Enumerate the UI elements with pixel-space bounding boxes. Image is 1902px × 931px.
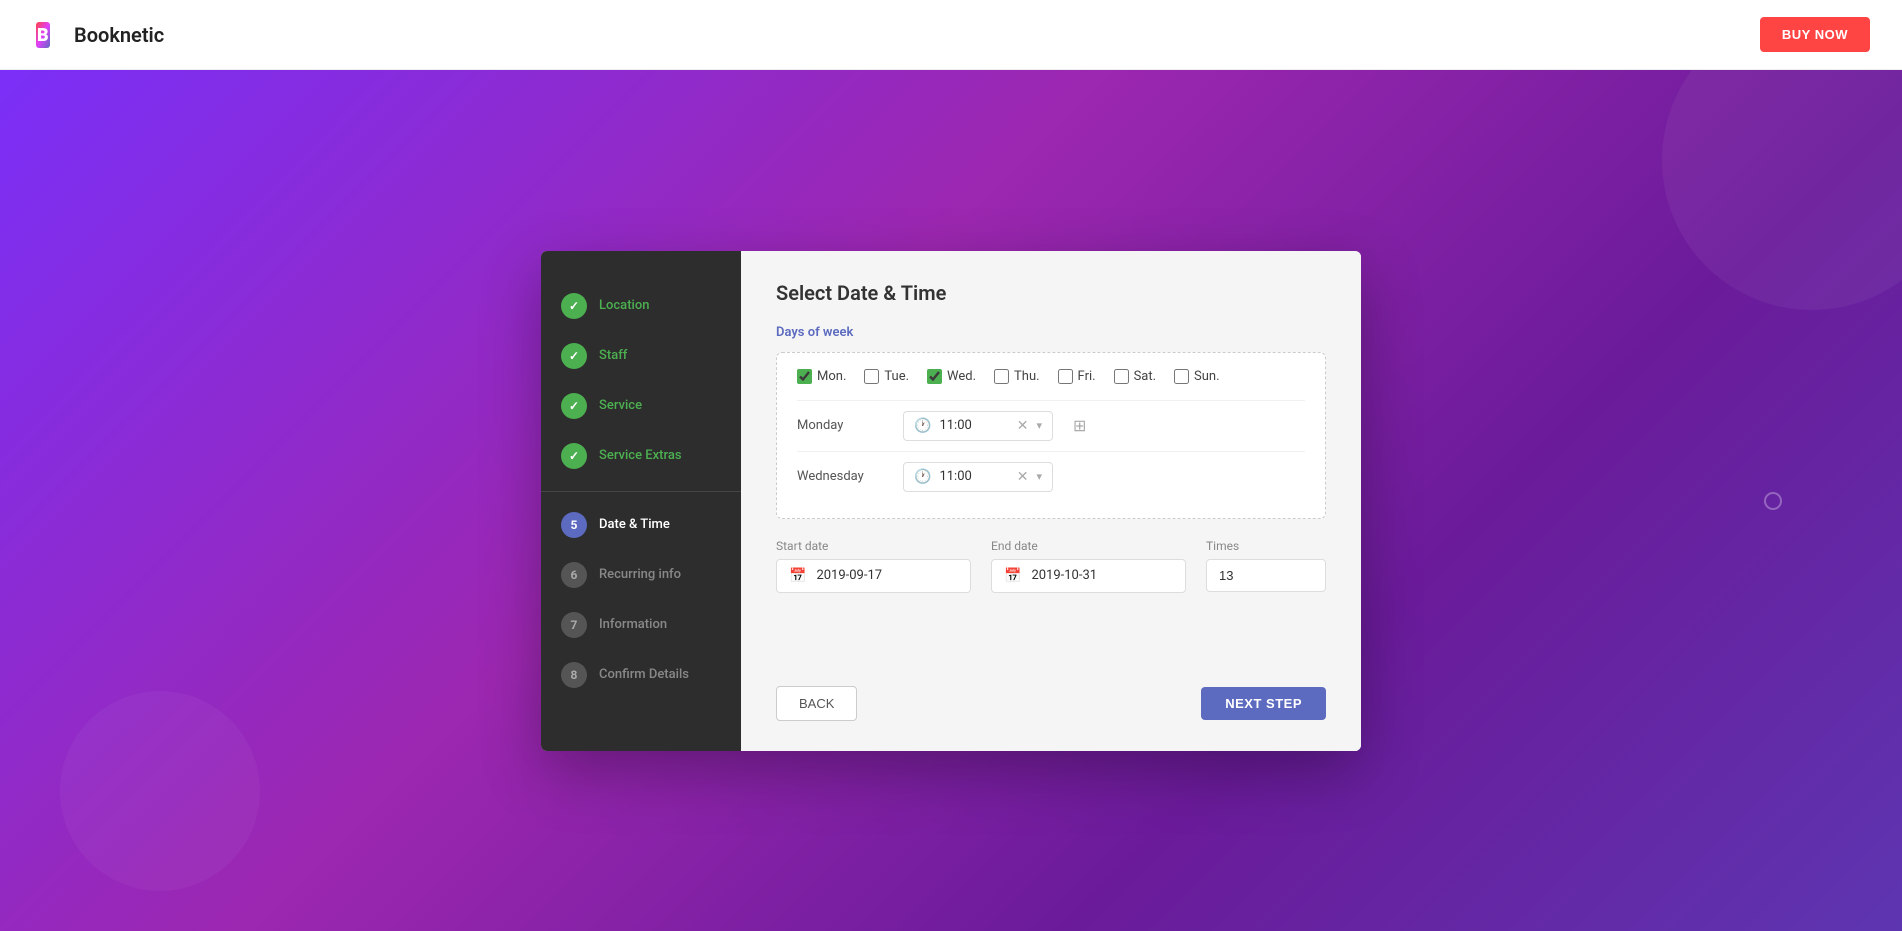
- start-date-input[interactable]: 📅 2019-09-17: [776, 559, 971, 593]
- wednesday-clear-icon[interactable]: ✕: [1017, 469, 1029, 485]
- day-wed-check[interactable]: Wed.: [927, 369, 976, 384]
- day-thu-label: Thu.: [1014, 369, 1040, 384]
- day-tue-label: Tue.: [884, 369, 909, 384]
- copy-icon-monday[interactable]: ⊞: [1073, 416, 1086, 435]
- buy-now-button[interactable]: BUY NOW: [1760, 17, 1870, 52]
- sidebar-item-date-time[interactable]: 5 Date & Time: [541, 491, 741, 550]
- times-field: Times: [1206, 539, 1326, 593]
- svg-text:B: B: [37, 25, 49, 46]
- sidebar-label-confirm-details: Confirm Details: [599, 667, 689, 682]
- sidebar-label-date-time: Date & Time: [599, 517, 670, 532]
- sidebar-item-staff[interactable]: ✓ Staff: [541, 331, 741, 381]
- step-icon-recurring-info: 6: [561, 562, 587, 588]
- sidebar-item-recurring-info[interactable]: 6 Recurring info: [541, 550, 741, 600]
- calendar-icon-end: 📅: [1004, 568, 1021, 584]
- sidebar-item-confirm-details[interactable]: 8 Confirm Details: [541, 650, 741, 700]
- page-background: ✓ Location ✓ Staff ✓ Service ✓ Service E…: [0, 70, 1902, 931]
- wednesday-dropdown-icon[interactable]: ▾: [1036, 470, 1042, 483]
- start-date-field: Start date 📅 2019-09-17: [776, 539, 971, 593]
- days-of-week-label: Days of week: [776, 325, 1326, 340]
- day-tue-checkbox[interactable]: [864, 369, 879, 384]
- day-fri-check[interactable]: Fri.: [1058, 369, 1096, 384]
- sidebar-label-information: Information: [599, 617, 667, 632]
- start-date-label: Start date: [776, 539, 971, 553]
- sidebar-label-staff: Staff: [599, 348, 627, 363]
- day-sun-label: Sun.: [1194, 369, 1220, 384]
- step-icon-confirm-details: 8: [561, 662, 587, 688]
- day-sat-check[interactable]: Sat.: [1114, 369, 1156, 384]
- sidebar-item-information[interactable]: 7 Information: [541, 600, 741, 650]
- wednesday-time-value: 11:00: [939, 469, 1008, 484]
- monday-label: Monday: [797, 418, 887, 433]
- day-fri-label: Fri.: [1078, 369, 1096, 384]
- step-icon-service-extras: ✓: [561, 443, 587, 469]
- end-date-value: 2019-10-31: [1031, 568, 1097, 583]
- step-icon-information: 7: [561, 612, 587, 638]
- step-icon-date-time: 5: [561, 512, 587, 538]
- clock-icon-wednesday: 🕐: [914, 469, 931, 485]
- day-wed-checkbox[interactable]: [927, 369, 942, 384]
- booking-dialog: ✓ Location ✓ Staff ✓ Service ✓ Service E…: [541, 251, 1361, 751]
- start-date-value: 2019-09-17: [816, 568, 882, 583]
- times-input[interactable]: [1206, 559, 1326, 592]
- day-thu-checkbox[interactable]: [994, 369, 1009, 384]
- sidebar-item-service-extras[interactable]: ✓ Service Extras: [541, 431, 741, 481]
- logo: B Booknetic: [32, 19, 164, 51]
- wednesday-label: Wednesday: [797, 469, 887, 484]
- sidebar-label-location: Location: [599, 298, 649, 313]
- monday-dropdown-icon[interactable]: ▾: [1036, 419, 1042, 432]
- booknetic-logo-icon: B: [32, 19, 64, 51]
- end-date-field: End date 📅 2019-10-31: [991, 539, 1186, 593]
- main-content: Select Date & Time Days of week Mon. Tue…: [741, 251, 1361, 751]
- step-icon-staff: ✓: [561, 343, 587, 369]
- day-mon-label: Mon.: [817, 369, 846, 384]
- clock-icon-monday: 🕐: [914, 418, 931, 434]
- day-sun-checkbox[interactable]: [1174, 369, 1189, 384]
- day-mon-checkbox[interactable]: [797, 369, 812, 384]
- days-box: Mon. Tue. Wed. Thu.: [776, 352, 1326, 519]
- sidebar-item-location[interactable]: ✓ Location: [541, 281, 741, 331]
- sidebar: ✓ Location ✓ Staff ✓ Service ✓ Service E…: [541, 251, 741, 751]
- calendar-icon-start: 📅: [789, 568, 806, 584]
- sidebar-label-recurring-info: Recurring info: [599, 567, 681, 582]
- monday-time-value: 11:00: [939, 418, 1008, 433]
- day-fri-checkbox[interactable]: [1058, 369, 1073, 384]
- day-sat-label: Sat.: [1134, 369, 1156, 384]
- sidebar-label-service-extras: Service Extras: [599, 448, 682, 463]
- logo-text: Booknetic: [74, 23, 164, 47]
- wednesday-time-input[interactable]: 🕐 11:00 ✕ ▾: [903, 462, 1053, 492]
- wednesday-time-row: Wednesday 🕐 11:00 ✕ ▾: [797, 451, 1305, 502]
- step-icon-service: ✓: [561, 393, 587, 419]
- days-row: Mon. Tue. Wed. Thu.: [797, 369, 1305, 384]
- navbar: B Booknetic BUY NOW: [0, 0, 1902, 70]
- monday-time-input[interactable]: 🕐 11:00 ✕ ▾: [903, 411, 1053, 441]
- sidebar-label-service: Service: [599, 398, 642, 413]
- day-sun-check[interactable]: Sun.: [1174, 369, 1220, 384]
- step-icon-location: ✓: [561, 293, 587, 319]
- day-thu-check[interactable]: Thu.: [994, 369, 1040, 384]
- day-tue-check[interactable]: Tue.: [864, 369, 909, 384]
- sidebar-item-service[interactable]: ✓ Service: [541, 381, 741, 431]
- day-wed-label: Wed.: [947, 369, 976, 384]
- page-title: Select Date & Time: [776, 281, 1326, 305]
- dialog-footer: BACK NEXT STEP: [776, 661, 1326, 721]
- back-button[interactable]: BACK: [776, 686, 857, 721]
- end-date-input[interactable]: 📅 2019-10-31: [991, 559, 1186, 593]
- monday-time-row: Monday 🕐 11:00 ✕ ▾ ⊞: [797, 400, 1305, 451]
- end-date-label: End date: [991, 539, 1186, 553]
- next-step-button[interactable]: NEXT STEP: [1201, 687, 1326, 720]
- monday-clear-icon[interactable]: ✕: [1017, 418, 1029, 434]
- times-label: Times: [1206, 539, 1326, 553]
- day-sat-checkbox[interactable]: [1114, 369, 1129, 384]
- decorative-circle: [1764, 492, 1782, 510]
- dates-row: Start date 📅 2019-09-17 End date 📅 2019-…: [776, 539, 1326, 593]
- day-mon-check[interactable]: Mon.: [797, 369, 846, 384]
